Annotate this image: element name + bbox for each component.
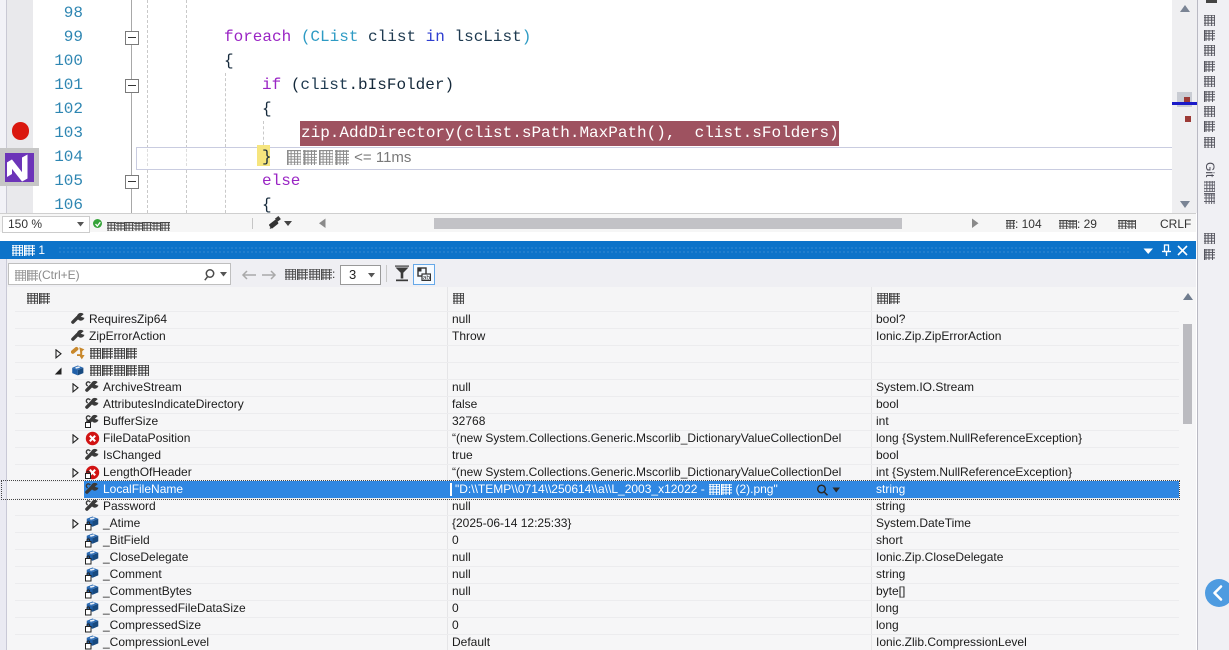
svg-text:ab: ab [422, 275, 430, 281]
